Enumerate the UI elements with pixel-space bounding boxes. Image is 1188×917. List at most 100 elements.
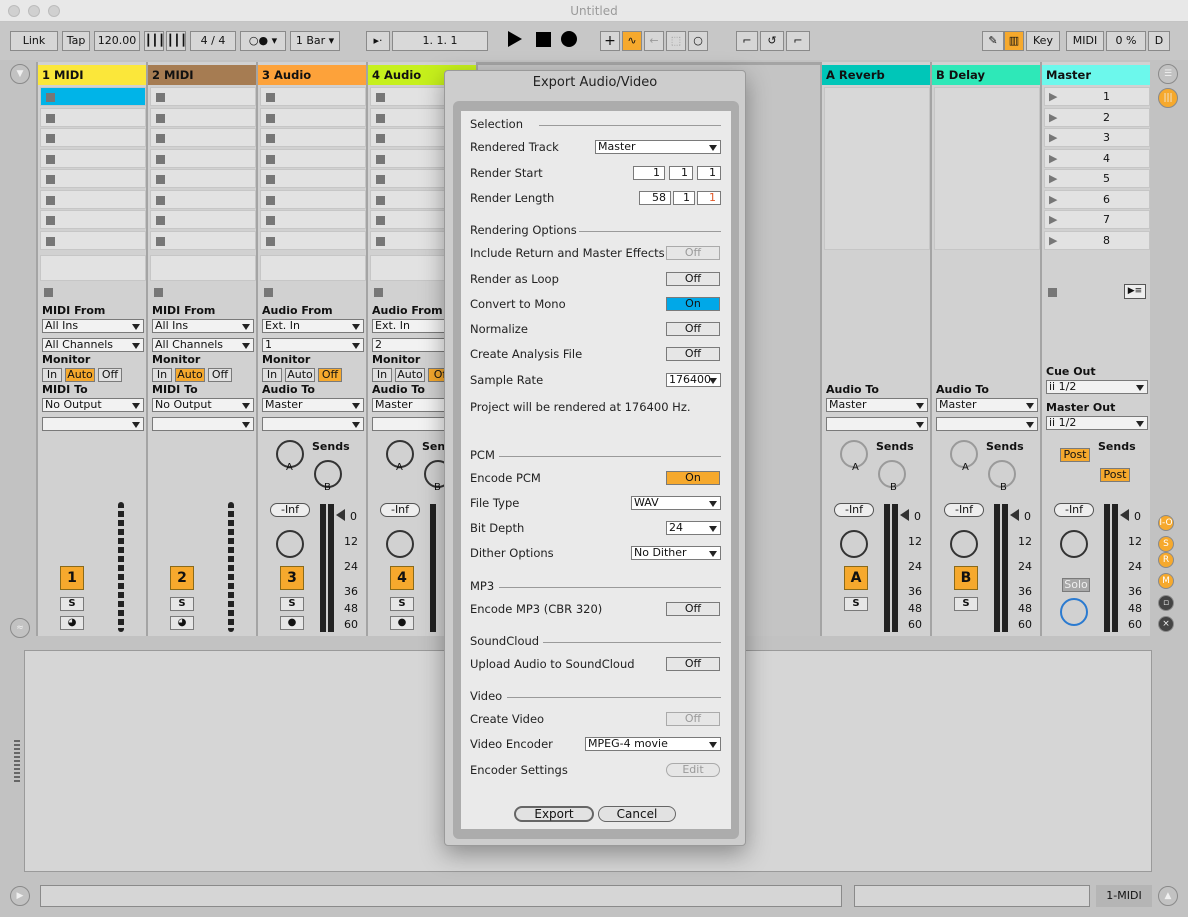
stop-clips-icon[interactable]	[374, 288, 383, 297]
encoder-settings-button[interactable]: Edit	[666, 763, 720, 777]
session-record-icon[interactable]: ○	[688, 31, 708, 51]
nudge-down-icon[interactable]: ┃┃┃	[144, 31, 164, 51]
volume-readout[interactable]: -Inf	[834, 503, 874, 517]
punch-in-icon[interactable]: ⌐	[736, 31, 758, 51]
nudge-up-icon[interactable]: ┃┃┃	[166, 31, 186, 51]
scene-launch[interactable]: ▶ 5	[1044, 169, 1150, 188]
upload-soundcloud-toggle[interactable]: Off	[666, 657, 720, 671]
clip-slot[interactable]	[260, 128, 366, 147]
clip-slot[interactable]	[260, 169, 366, 188]
clip-slot[interactable]	[40, 149, 146, 168]
clip-slot[interactable]	[150, 231, 256, 250]
arm-icon[interactable]: ●	[280, 616, 304, 630]
output-type-select[interactable]: No Output	[42, 398, 144, 412]
monitor-in-button[interactable]: In	[42, 368, 62, 382]
clip-slot[interactable]	[260, 190, 366, 209]
scene-launch[interactable]: ▶ 8	[1044, 231, 1150, 250]
output-channel-field[interactable]	[936, 417, 1038, 431]
clip-slot[interactable]	[150, 149, 256, 168]
output-type-select[interactable]: Master	[936, 398, 1038, 412]
detail-view-toggle-icon[interactable]: ▲	[1158, 886, 1178, 906]
clip-slot[interactable]	[40, 210, 146, 229]
clip-slot[interactable]	[260, 231, 366, 250]
computer-keyboard-icon[interactable]: ▥	[1004, 31, 1024, 51]
output-channel-field[interactable]	[262, 417, 364, 431]
cancel-button[interactable]: Cancel	[598, 806, 676, 822]
analysis-file-toggle[interactable]: Off	[666, 347, 720, 361]
monitor-in-button[interactable]: In	[152, 368, 172, 382]
record-icon[interactable]	[561, 31, 577, 47]
clip-slot[interactable]	[40, 190, 146, 209]
track-activator-button[interactable]: A	[844, 566, 868, 590]
monitor-in-button[interactable]: In	[262, 368, 282, 382]
clip-slot[interactable]	[40, 169, 146, 188]
automation-arm-icon[interactable]: ∿	[622, 31, 642, 51]
arm-icon[interactable]: ◕	[60, 616, 84, 630]
output-channel-field[interactable]	[42, 417, 144, 431]
input-channel-select[interactable]: All Channels	[152, 338, 254, 352]
monitor-auto-button[interactable]: Auto	[395, 368, 425, 382]
track-activator-button[interactable]: B	[954, 566, 978, 590]
volume-fader-icon[interactable]	[1120, 509, 1129, 521]
stop-all-clips-icon[interactable]	[1048, 288, 1057, 297]
master-post-button[interactable]: Post	[1100, 468, 1130, 482]
mixer-toggle-button[interactable]: M	[1158, 573, 1174, 589]
master-out-select[interactable]: ii 1/2	[1046, 416, 1148, 430]
clip-slot-empty[interactable]	[260, 255, 366, 281]
delay-toggle-icon[interactable]: ×	[1158, 616, 1174, 632]
tempo-field[interactable]: 120.00	[94, 31, 140, 51]
monitor-auto-button[interactable]: Auto	[285, 368, 315, 382]
clip-slot[interactable]	[260, 149, 366, 168]
output-channel-field[interactable]	[826, 417, 928, 431]
video-encoder-select[interactable]: MPEG-4 movie	[585, 737, 721, 751]
close-window-button[interactable]	[8, 5, 20, 17]
arrangement-position[interactable]: 1. 1. 1	[392, 31, 488, 51]
zoom-window-button[interactable]	[48, 5, 60, 17]
track-header[interactable]: A Reverb	[822, 65, 930, 85]
tap-button[interactable]: Tap	[62, 31, 90, 51]
solo-button[interactable]: S	[280, 597, 304, 611]
volume-fader-icon[interactable]	[1010, 509, 1019, 521]
solo-button[interactable]: S	[170, 597, 194, 611]
encode-mp3-toggle[interactable]: Off	[666, 602, 720, 616]
volume-readout[interactable]: -Inf	[944, 503, 984, 517]
play-icon[interactable]	[508, 31, 522, 47]
scene-launch[interactable]: ▶ 7	[1044, 210, 1150, 229]
scene-launch[interactable]: ▶ 6	[1044, 190, 1150, 209]
capture-icon[interactable]: ⬚	[666, 31, 686, 51]
track-activator-button[interactable]: 1	[60, 566, 84, 590]
draw-mode-icon[interactable]: ✎	[982, 31, 1004, 51]
loop-icon[interactable]: ↺	[760, 31, 784, 51]
clip-slot[interactable]	[150, 190, 256, 209]
cue-volume-knob[interactable]	[1060, 598, 1088, 626]
overview-toggle-icon[interactable]: ≈	[10, 618, 30, 638]
file-type-select[interactable]: WAV	[631, 496, 721, 510]
output-channel-field[interactable]	[152, 417, 254, 431]
cue-post-button[interactable]: Post	[1060, 448, 1090, 462]
volume-readout[interactable]: -Inf	[1054, 503, 1094, 517]
monitor-in-button[interactable]: In	[372, 368, 392, 382]
clip-slot[interactable]	[40, 108, 146, 127]
overdub-icon[interactable]: +	[600, 31, 620, 51]
clip-slot-empty[interactable]	[40, 255, 146, 281]
output-type-select[interactable]: No Output	[152, 398, 254, 412]
session-view-icon[interactable]: |||	[1158, 88, 1178, 108]
key-map-button[interactable]: Key	[1026, 31, 1060, 51]
stop-clips-icon[interactable]	[154, 288, 163, 297]
solo-button[interactable]: S	[390, 597, 414, 611]
monitor-off-button[interactable]: Off	[98, 368, 122, 382]
link-button[interactable]: Link	[10, 31, 58, 51]
io-toggle-button[interactable]: I-O	[1158, 515, 1174, 531]
render-length-sixteenth[interactable]: 1	[697, 191, 721, 205]
track-header[interactable]: 3 Audio	[258, 65, 366, 85]
input-type-select[interactable]: All Ins	[152, 319, 254, 333]
render-start-bar[interactable]: 1	[633, 166, 665, 180]
input-channel-select[interactable]: All Channels	[42, 338, 144, 352]
back-to-arrangement-icon[interactable]: ←	[644, 31, 664, 51]
clip-slot[interactable]	[150, 210, 256, 229]
volume-fader-icon[interactable]	[900, 509, 909, 521]
drag-handle-icon[interactable]	[14, 740, 20, 784]
output-type-select[interactable]: Master	[262, 398, 364, 412]
solo-button[interactable]: S	[954, 597, 978, 611]
render-start-beat[interactable]: 1	[669, 166, 693, 180]
